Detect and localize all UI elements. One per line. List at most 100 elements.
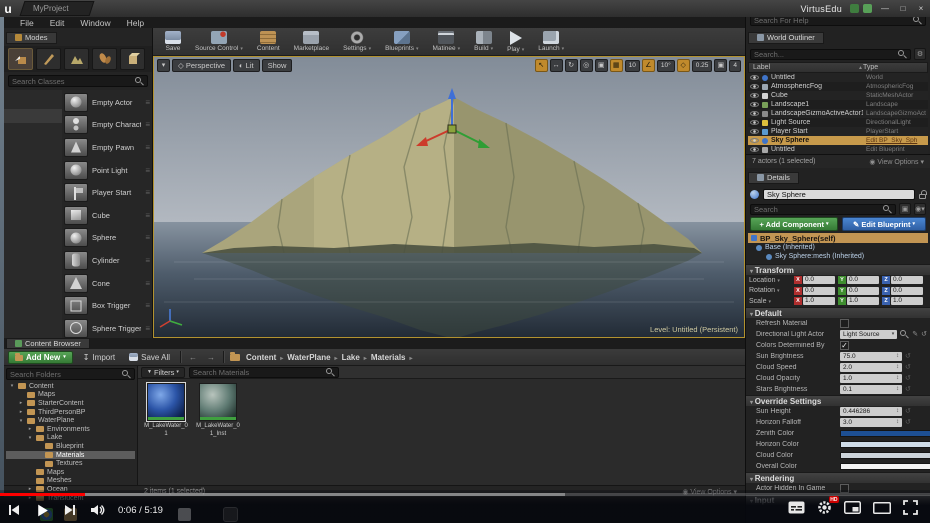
drag-grip-icon[interactable]: ≡ xyxy=(145,188,150,197)
visibility-eye-icon[interactable] xyxy=(750,102,759,107)
property-control[interactable]: 1.0 ↕ ↺ xyxy=(840,373,927,383)
toolbar-button[interactable]: Settings ▾ xyxy=(339,30,375,53)
subtitles-button[interactable] xyxy=(788,501,805,519)
menu-item[interactable]: Window xyxy=(80,17,110,29)
drag-grip-icon[interactable]: ≡ xyxy=(145,301,150,310)
show-button[interactable]: Show xyxy=(261,59,293,72)
type-column-header[interactable]: Type xyxy=(863,64,923,71)
add-new-button[interactable]: Add New ▾ xyxy=(8,350,73,364)
outliner-row[interactable]: Sky Sphere Edit BP_Sky_Sph xyxy=(748,136,928,145)
folder-tree-item[interactable]: ▸ ThirdPersonBP xyxy=(6,408,135,417)
asset-item[interactable]: M_LakeWater_01 xyxy=(144,382,188,438)
folder-tree-item[interactable]: ▾ WaterPlane xyxy=(6,416,135,425)
property-checkbox[interactable]: ✓ xyxy=(840,340,849,350)
camera-speed-icon[interactable]: ▣ xyxy=(714,59,728,72)
folder-tree-item[interactable]: Meshes xyxy=(6,477,135,486)
lock-icon[interactable] xyxy=(919,189,927,199)
reset-icon[interactable]: ↺ xyxy=(905,352,911,360)
theater-mode-button[interactable] xyxy=(873,501,891,519)
expander-icon[interactable]: ▾ xyxy=(27,435,33,441)
outliner-row[interactable]: Player Start PlayerStart xyxy=(748,127,928,136)
outliner-row[interactable]: AtmosphericFog AtmosphericFog xyxy=(748,82,928,91)
breadcrumb-item[interactable]: Lake ▸ xyxy=(342,353,367,362)
placeable-item[interactable]: Cylinder ≡ xyxy=(62,249,152,272)
outliner-settings-icon[interactable]: ⚙ xyxy=(914,48,926,60)
property-control[interactable]: Light Source ▾ ✎ ↺ xyxy=(840,329,927,339)
visibility-eye-icon[interactable] xyxy=(750,111,759,116)
asset-item[interactable]: M_LakeWater_01_Inst xyxy=(196,383,240,438)
drag-grip-icon[interactable]: ≡ xyxy=(145,120,150,129)
toolbar-button[interactable]: Matinee ▾ xyxy=(429,30,465,53)
surface-snap-icon[interactable]: ▣ xyxy=(594,59,608,72)
property-color-swatch[interactable] xyxy=(840,451,930,459)
property-number-field[interactable]: 1.0 ↕ xyxy=(840,373,902,383)
project-tab[interactable]: MyProject xyxy=(19,1,94,16)
folder-tree-item[interactable]: ▾ Lake xyxy=(6,434,135,443)
visibility-eye-icon[interactable] xyxy=(750,84,759,89)
visibility-eye-icon[interactable] xyxy=(750,129,759,134)
property-control[interactable]: 2.0 ↕ ↺ xyxy=(840,362,927,372)
property-number-field[interactable]: 2.0 ↕ xyxy=(840,362,902,372)
epic-icon[interactable] xyxy=(863,4,872,13)
override-section-header[interactable]: Override Settings xyxy=(746,394,930,406)
modes-category[interactable] xyxy=(4,94,62,109)
modes-category[interactable] xyxy=(4,152,62,167)
folder-tree-item[interactable]: Materials xyxy=(6,450,135,460)
scale-snap-value[interactable]: 0.25 xyxy=(691,59,713,72)
outliner-search[interactable] xyxy=(750,48,911,60)
placeable-item[interactable]: Cube ≡ xyxy=(62,204,152,227)
reset-icon[interactable]: ↺ xyxy=(905,407,911,415)
property-number-field[interactable]: 75.0 ↕ xyxy=(840,351,902,361)
drag-grip-icon[interactable]: ≡ xyxy=(145,324,150,333)
folder-search[interactable] xyxy=(6,368,135,380)
viewport-options-button[interactable]: ▾ xyxy=(157,59,170,72)
property-control[interactable]: ✓ xyxy=(840,340,927,350)
component-bp-self[interactable]: BP_Sky_Sphere(self) xyxy=(748,233,928,243)
placeable-item[interactable]: Player Start ≡ xyxy=(62,181,152,204)
reset-icon[interactable]: ↺ xyxy=(905,418,911,426)
breadcrumb-item[interactable]: Materials ▸ xyxy=(371,353,413,362)
expander-icon[interactable]: ▾ xyxy=(18,418,24,424)
folder-tree-item[interactable]: Blueprint xyxy=(6,442,135,451)
feedback-icon[interactable] xyxy=(850,4,859,13)
rendering-section-header[interactable]: Rendering xyxy=(746,471,930,483)
reset-icon[interactable]: ↺ xyxy=(905,363,911,371)
property-control[interactable] xyxy=(840,318,927,328)
folder-tree-item[interactable]: ▸ Environments xyxy=(6,425,135,434)
placeable-item[interactable]: Empty Pawn ≡ xyxy=(62,136,152,159)
property-checkbox[interactable] xyxy=(840,318,849,328)
drag-grip-icon[interactable]: ≡ xyxy=(145,233,150,242)
mode-geometry-button[interactable] xyxy=(120,48,145,70)
video-progress-bar[interactable] xyxy=(0,493,930,496)
visibility-eye-icon[interactable] xyxy=(750,147,759,152)
world-local-icon[interactable]: ◎ xyxy=(579,59,593,72)
z-value-field[interactable]: 1.0 xyxy=(891,297,923,306)
next-button[interactable] xyxy=(56,503,84,517)
outliner-row[interactable]: Light Source DirectionalLight xyxy=(748,118,928,127)
mode-landscape-button[interactable] xyxy=(64,48,89,70)
modes-search-input[interactable] xyxy=(12,76,135,86)
modes-category[interactable] xyxy=(4,123,62,138)
placeable-item[interactable]: Empty Actor ≡ xyxy=(62,91,152,114)
expander-icon[interactable]: ▸ xyxy=(27,426,33,432)
drag-grip-icon[interactable]: ≡ xyxy=(145,166,150,175)
details-search-input[interactable] xyxy=(754,204,883,214)
component-base[interactable]: Base (Inherited) xyxy=(746,243,930,252)
modes-category[interactable] xyxy=(4,108,62,123)
details-filter-icon[interactable]: ▣ xyxy=(899,203,911,215)
placeable-item[interactable]: Sphere ≡ xyxy=(62,227,152,250)
reset-icon[interactable]: ↺ xyxy=(905,385,911,393)
menu-item[interactable]: Help xyxy=(127,17,144,29)
folder-tree-item[interactable]: Maps xyxy=(6,468,135,477)
expander-icon[interactable]: ▾ xyxy=(9,383,15,389)
outliner-search-input[interactable] xyxy=(754,49,898,59)
property-control[interactable]: 0.446286 ↕ ↺ xyxy=(840,406,927,416)
folder-search-input[interactable] xyxy=(10,369,122,379)
forward-button[interactable]: → xyxy=(205,353,217,362)
material-thumbnail[interactable] xyxy=(199,383,237,421)
outliner-row[interactable]: Untitled World xyxy=(748,73,928,82)
toolbar-button[interactable]: Launch ▾ xyxy=(534,30,568,53)
mode-place-button[interactable] xyxy=(8,48,33,70)
placeable-item[interactable]: Point Light ≡ xyxy=(62,159,152,182)
rotation-snap-icon[interactable]: ∠ xyxy=(641,59,655,72)
